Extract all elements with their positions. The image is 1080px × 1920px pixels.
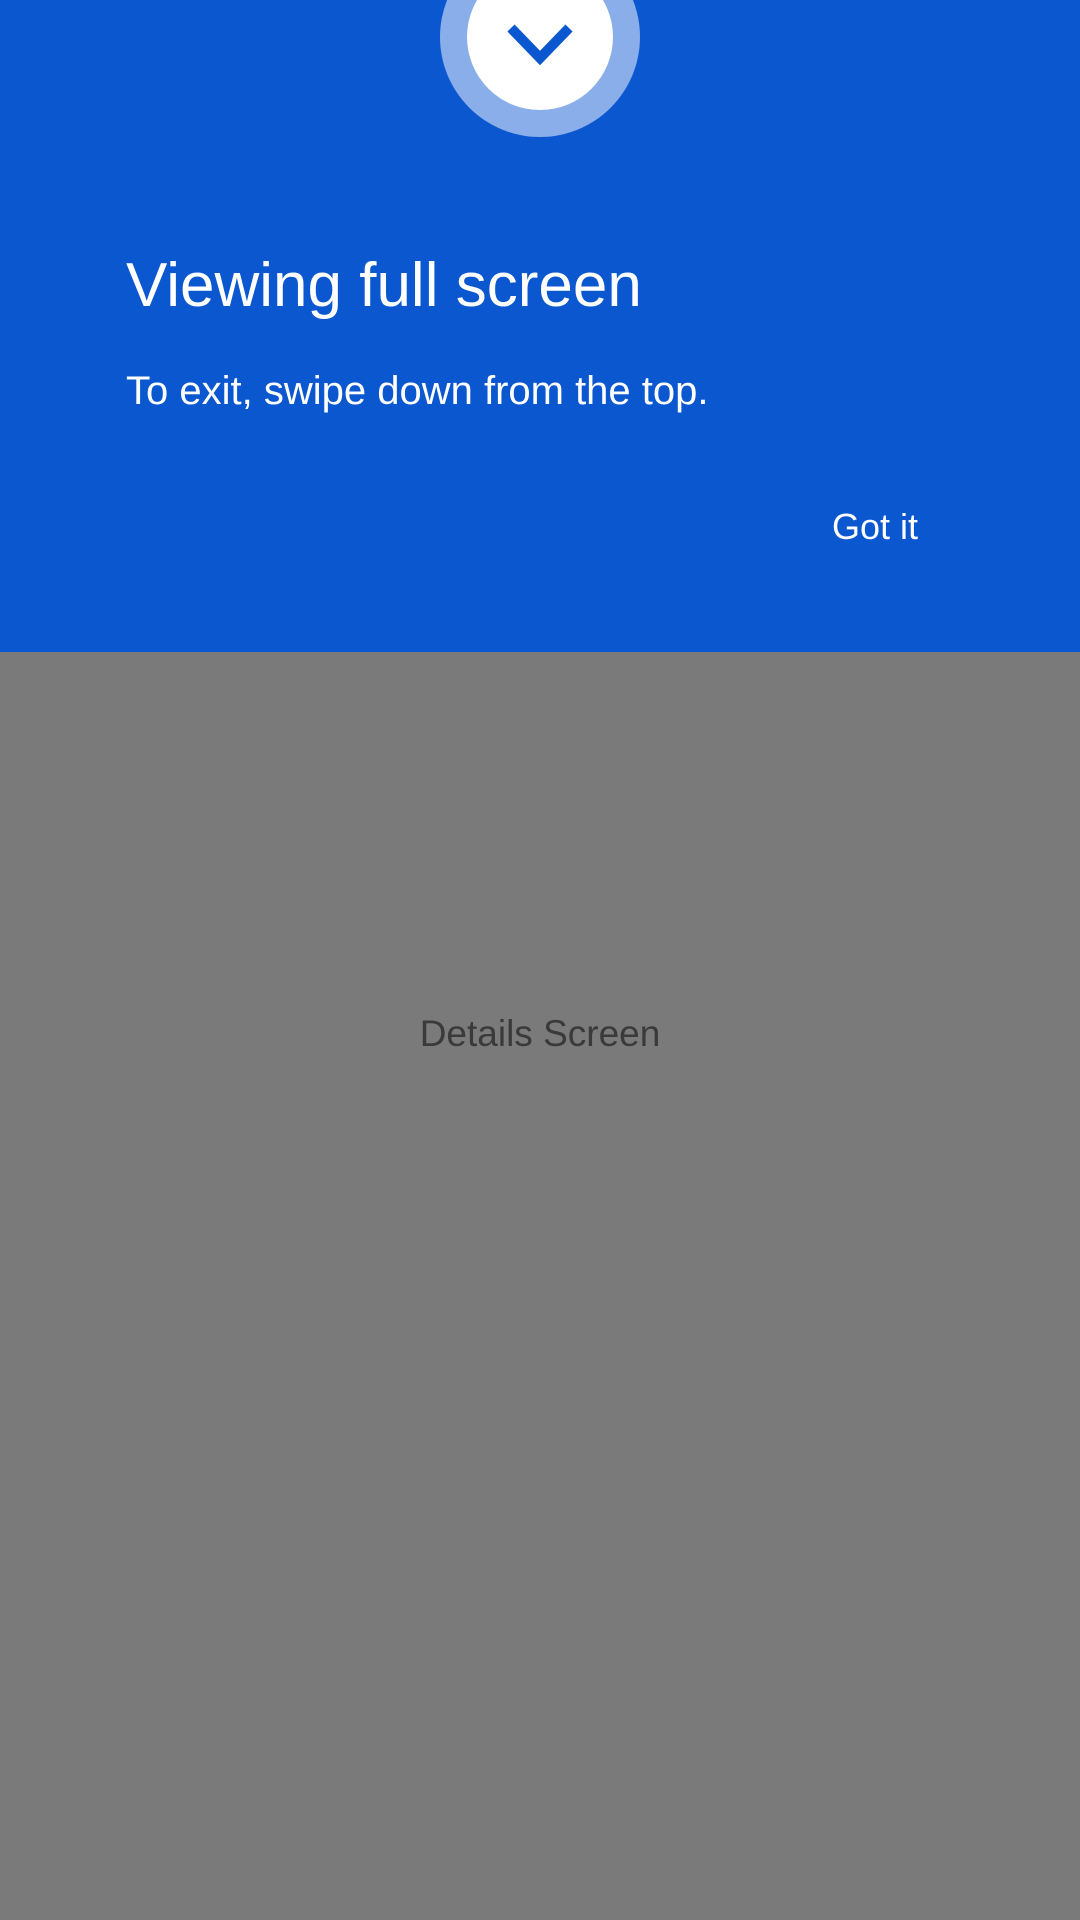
screen: Details Screen Viewing full screen To ex…	[0, 0, 1080, 1920]
icon-ring	[440, 0, 640, 137]
panel-message: To exit, swipe down from the top.	[126, 369, 709, 413]
details-screen-label: Details Screen	[419, 1013, 661, 1054]
icon-circle	[467, 0, 613, 110]
immersive-mode-confirmation: Viewing full screen To exit, swipe down …	[0, 0, 1080, 652]
panel-title: Viewing full screen	[126, 251, 642, 320]
chevron-down-icon	[507, 24, 573, 66]
details-screen	[0, 652, 1080, 1920]
got-it-button[interactable]: Got it	[820, 496, 930, 558]
